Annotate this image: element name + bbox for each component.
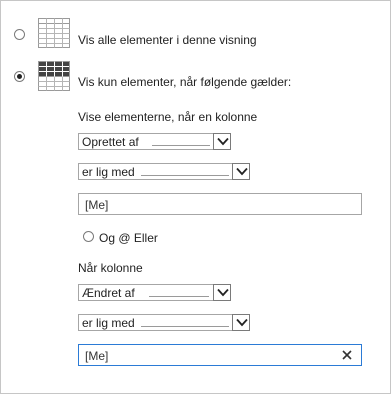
and-or-label: Og @ Eller: [99, 231, 158, 245]
filter-panel: Vis alle elementer i denne visning Vis k…: [0, 0, 391, 394]
condition2-operator-value: er lig med: [82, 316, 135, 330]
condition2-operator-select[interactable]: er lig med: [78, 314, 250, 331]
condition1-heading: Vise elementerne, når en kolonne: [78, 110, 258, 124]
condition1-column-select[interactable]: Oprettet af: [78, 133, 231, 150]
condition2-heading: Når kolonne: [78, 261, 143, 275]
chevron-down-icon[interactable]: [232, 163, 250, 180]
grid-view-icon: [38, 18, 70, 51]
condition1-value: [Me]: [85, 198, 109, 212]
condition2-column-value: Ændret af: [82, 286, 135, 300]
chevron-down-icon[interactable]: [232, 314, 250, 331]
condition1-column-value: Oprettet af: [82, 135, 139, 149]
condition1-value-input[interactable]: [Me]: [78, 193, 362, 215]
select-underline: [149, 296, 209, 297]
show-filtered-radio[interactable]: [14, 71, 25, 82]
and-or-radio[interactable]: [83, 231, 94, 242]
show-all-label: Vis alle elementer i denne visning: [78, 33, 257, 47]
show-all-radio[interactable]: [14, 29, 25, 40]
condition2-value: [Me]: [85, 349, 109, 363]
condition1-operator-value: er lig med: [82, 165, 135, 179]
select-underline: [141, 326, 229, 327]
chevron-down-icon[interactable]: [213, 133, 231, 150]
condition2-column-select[interactable]: Ændret af: [78, 284, 231, 301]
condition2-value-input[interactable]: [Me]: [78, 344, 362, 366]
show-filtered-label: Vis kun elementer, når følgende gælder:: [78, 75, 292, 89]
select-underline: [152, 145, 210, 146]
filtered-grid-view-icon: [38, 61, 70, 94]
select-underline: [141, 175, 229, 176]
condition1-operator-select[interactable]: er lig med: [78, 163, 250, 180]
chevron-down-icon[interactable]: [213, 284, 231, 301]
close-icon[interactable]: [341, 349, 353, 361]
